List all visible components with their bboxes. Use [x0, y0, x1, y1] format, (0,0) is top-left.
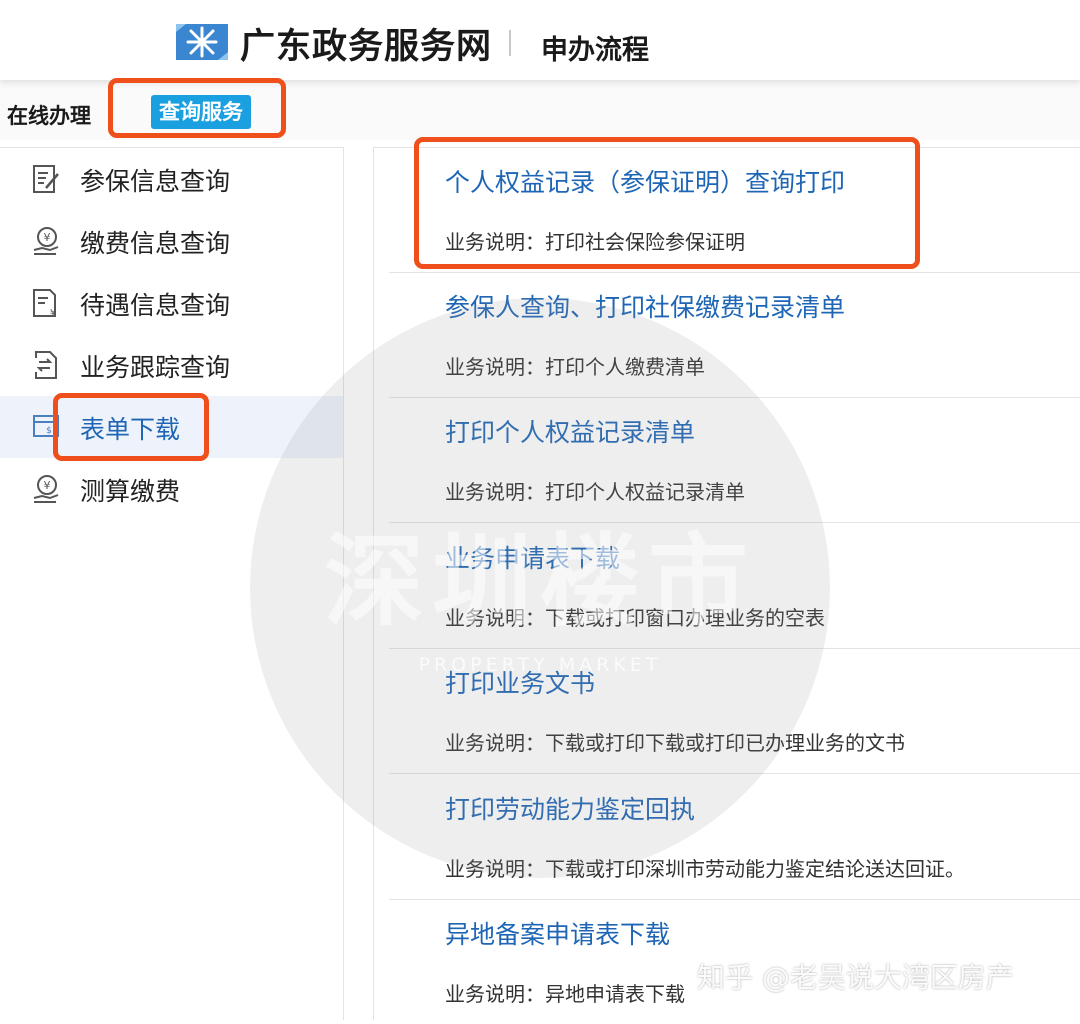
svg-text:¥: ¥ — [44, 231, 51, 244]
service-link[interactable]: 打印个人权益记录清单 — [445, 413, 695, 449]
sidebar-item-insurance-info[interactable]: 参保信息查询 — [0, 148, 343, 210]
sidebar-item-label: 业务跟踪查询 — [80, 353, 231, 382]
sidebar-item-label: 待遇信息查询 — [80, 291, 231, 320]
edit-document-icon — [33, 165, 59, 193]
service-item: 业务申请表下载 业务说明：下载或打印窗口办理业务的空表 — [389, 523, 1080, 649]
service-item: 异地备案申请表下载 业务说明：异地申请表下载 — [389, 899, 1080, 1024]
highlight-box-form-download — [53, 393, 209, 461]
service-description: 业务说明：下载或打印深圳市劳动能力鉴定结论送达回证。 — [445, 857, 965, 881]
payment-hand-icon: ¥ — [33, 475, 59, 503]
highlight-box-query-tab — [108, 78, 286, 138]
page-subtitle: 申办流程 — [541, 35, 649, 66]
service-link[interactable]: 打印劳动能力鉴定回执 — [445, 790, 695, 826]
header-divider — [509, 30, 511, 56]
service-link[interactable]: 打印业务文书 — [445, 664, 595, 700]
service-item: 打印业务文书 业务说明：下载或打印下载或打印已办理业务的文书 — [389, 648, 1080, 774]
snowflake-logo-icon[interactable] — [176, 24, 228, 60]
tab-online-service[interactable]: 在线办理 — [7, 100, 91, 130]
site-header: 广东政务服务网 申办流程 — [0, 0, 1080, 80]
service-link[interactable]: 参保人查询、打印社保缴费记录清单 — [445, 288, 845, 324]
svg-text:¥: ¥ — [44, 479, 51, 492]
sidebar-item-benefit-info[interactable]: ¥ 待遇信息查询 — [0, 272, 343, 334]
sidebar-item-payment-calc[interactable]: ¥ 测算缴费 — [0, 458, 343, 520]
service-description: 业务说明：下载或打印窗口办理业务的空表 — [445, 606, 825, 630]
sidebar-item-label: 缴费信息查询 — [80, 229, 231, 258]
service-item: 打印个人权益记录清单 业务说明：打印个人权益记录清单 — [389, 397, 1080, 523]
site-title[interactable]: 广东政务服务网 — [240, 18, 492, 69]
sidebar: 参保信息查询 ¥ 缴费信息查询 ¥ 待遇信息查询 业务跟踪查询 $ 表单下载 ¥… — [0, 147, 344, 1020]
svg-text:$: $ — [46, 426, 52, 436]
service-link[interactable]: 异地备案申请表下载 — [445, 915, 670, 951]
sidebar-item-label: 参保信息查询 — [80, 167, 231, 196]
svg-text:¥: ¥ — [50, 308, 56, 318]
sidebar-item-business-tracking[interactable]: 业务跟踪查询 — [0, 334, 343, 396]
sidebar-item-label: 测算缴费 — [80, 477, 181, 506]
sidebar-item-payment-info[interactable]: ¥ 缴费信息查询 — [0, 210, 343, 272]
highlight-box-first-service — [414, 137, 920, 269]
service-description: 业务说明：下载或打印下载或打印已办理业务的文书 — [445, 731, 905, 755]
service-item: 参保人查询、打印社保缴费记录清单 业务说明：打印个人缴费清单 — [389, 272, 1080, 398]
service-link[interactable]: 业务申请表下载 — [445, 539, 620, 575]
service-description: 业务说明：异地申请表下载 — [445, 982, 685, 1006]
payment-hand-icon: ¥ — [33, 227, 59, 255]
yuan-document-icon: ¥ — [33, 289, 56, 318]
service-description: 业务说明：打印个人缴费清单 — [445, 355, 705, 379]
transfer-document-icon — [35, 351, 57, 379]
service-description: 业务说明：打印个人权益记录清单 — [445, 480, 745, 504]
service-item: 打印劳动能力鉴定回执 业务说明：下载或打印深圳市劳动能力鉴定结论送达回证。 — [389, 774, 1080, 900]
